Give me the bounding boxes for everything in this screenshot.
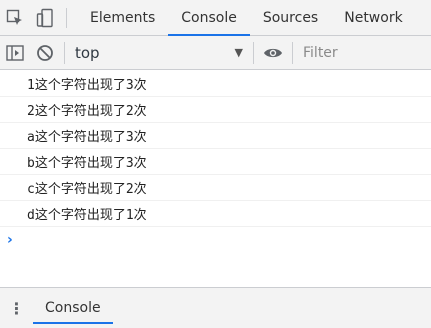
devtools-panel: Elements Console Sources Network top ▼ F… <box>0 0 431 328</box>
console-message: 2这个字符出现了2次 <box>0 97 431 123</box>
dropdown-caret-icon: ▼ <box>234 46 243 59</box>
live-expression-eye-icon[interactable] <box>258 36 288 69</box>
toolbar-divider <box>253 41 254 64</box>
drawer-menu-icon[interactable]: ⋮ <box>0 288 33 328</box>
drawer-tab-console[interactable]: Console <box>33 288 113 328</box>
console-message: d这个字符出现了1次 <box>0 201 431 227</box>
devtools-tab-bar: Elements Console Sources Network <box>0 0 431 36</box>
console-message: a这个字符出现了3次 <box>0 123 431 149</box>
console-prompt[interactable]: › <box>0 227 431 253</box>
console-message: b这个字符出现了3次 <box>0 149 431 175</box>
toolbar-divider <box>66 8 67 28</box>
prompt-chevron-icon: › <box>7 232 13 248</box>
tab-console[interactable]: Console <box>168 0 250 36</box>
tab-sources[interactable]: Sources <box>250 0 331 35</box>
bottom-drawer: ⋮ Console <box>0 287 431 328</box>
filter-input[interactable]: Filter <box>297 40 431 66</box>
console-message: 1这个字符出现了3次 <box>0 71 431 97</box>
console-toolbar: top ▼ Filter <box>0 36 431 70</box>
show-sidebar-icon[interactable] <box>0 36 30 69</box>
tab-elements[interactable]: Elements <box>77 0 168 35</box>
console-messages: 1这个字符出现了3次 2这个字符出现了2次 a这个字符出现了3次 b这个字符出现… <box>0 71 431 253</box>
device-toolbar-icon[interactable] <box>30 0 60 35</box>
inspect-element-icon[interactable] <box>0 0 30 35</box>
clear-console-icon[interactable] <box>30 36 60 69</box>
js-context-select[interactable]: top ▼ <box>69 40 249 66</box>
console-message: c这个字符出现了2次 <box>0 175 431 201</box>
toolbar-divider <box>64 41 65 64</box>
toolbar-divider <box>292 41 293 64</box>
js-context-value: top <box>75 43 100 62</box>
tab-network[interactable]: Network <box>331 0 415 35</box>
